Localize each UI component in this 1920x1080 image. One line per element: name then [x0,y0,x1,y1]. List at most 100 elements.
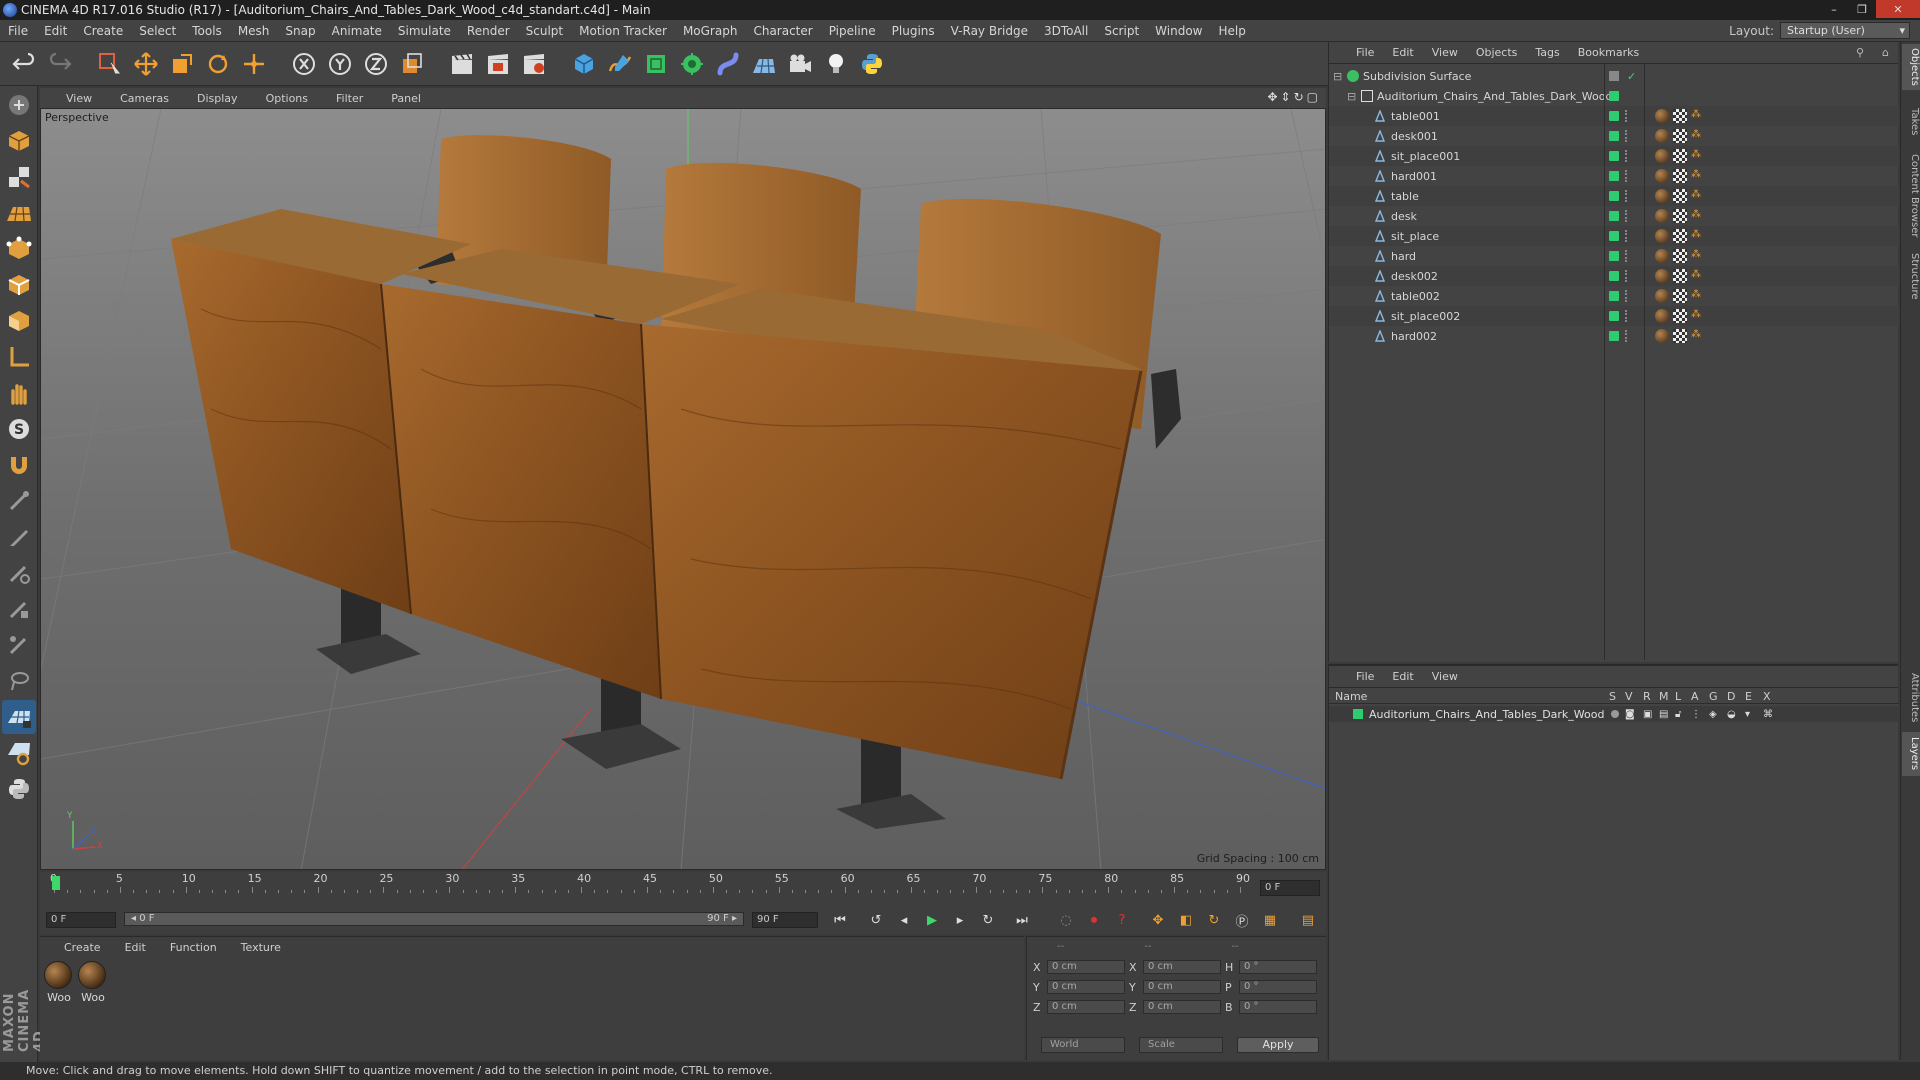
menu-3dtoall[interactable]: 3DToAll [1036,24,1096,38]
workplane-mode-button[interactable] [2,196,36,230]
tree-row-object[interactable]: sit_place002 ⁂ [1329,306,1899,326]
visibility-toggle-icon[interactable] [1625,130,1629,142]
perspective-viewport[interactable]: Perspective Y X Z Grid Spacing : 100 cm [40,108,1326,870]
next-key-button[interactable]: ↻ [976,909,1000,931]
visibility-toggle-icon[interactable] [1625,170,1629,182]
menu-animate[interactable]: Animate [324,24,390,38]
layer-color-dot[interactable] [1609,131,1619,141]
phong-tag-icon[interactable]: ⁂ [1691,269,1701,283]
phong-tag-icon[interactable]: ⁂ [1691,109,1701,123]
om-search-icon[interactable]: ⚲ [1847,46,1873,59]
viewport-menu-panel[interactable]: Panel [375,92,433,105]
playhead-marker[interactable] [52,876,60,890]
tab-takes[interactable]: Takes [1902,102,1920,142]
move-tool-button[interactable] [130,48,162,80]
om-home-icon[interactable]: ⌂ [1873,46,1898,59]
phong-tag-icon[interactable]: ⁂ [1691,169,1701,183]
uvw-tag-icon[interactable] [1673,329,1687,343]
layer-col-manager[interactable]: M [1659,690,1669,703]
tab-attributes[interactable]: Attributes [1902,666,1920,730]
layer-col-render[interactable]: R [1643,690,1651,703]
timeline-ruler[interactable]: 051015202530354045505560657075808590 0 F [40,872,1326,906]
position-x-field[interactable]: 0 cm [1047,960,1125,974]
pan-view-icon[interactable]: ✥ [1267,90,1277,104]
tree-row-object[interactable]: desk001 ⁂ [1329,126,1899,146]
visibility-toggle-icon[interactable] [1625,290,1629,302]
viewport-menu-display[interactable]: Display [181,92,250,105]
material-tag-icon[interactable] [1655,109,1669,123]
viewport-menu-filter[interactable]: Filter [320,92,375,105]
tree-row-object[interactable]: table002 ⁂ [1329,286,1899,306]
layer-color-dot[interactable] [1609,151,1619,161]
menu-simulate[interactable]: Simulate [390,24,459,38]
tree-row-object[interactable]: table001 ⁂ [1329,106,1899,126]
visibility-toggle-icon[interactable] [1625,250,1629,262]
axis-mode-button[interactable] [2,340,36,374]
go-to-start-button[interactable]: ⏮ [828,909,852,931]
start-frame-field[interactable]: 0 F [46,912,116,928]
menu-character[interactable]: Character [745,24,820,38]
material-tag-icon[interactable] [1655,169,1669,183]
add-cube-button[interactable] [568,48,600,80]
om-menu-objects[interactable]: Objects [1467,46,1527,59]
phong-tag-icon[interactable]: ⁂ [1691,309,1701,323]
go-to-end-button[interactable]: ⏭ [1010,909,1034,931]
menu-window[interactable]: Window [1147,24,1210,38]
layout-dropdown[interactable]: Startup (User) [1780,22,1910,39]
phong-tag-icon[interactable]: ⁂ [1691,129,1701,143]
play-button[interactable]: ▶ [920,909,944,931]
maximize-button[interactable]: ❐ [1848,0,1876,18]
size-x-field[interactable]: 0 cm [1143,960,1221,974]
material-swatch[interactable]: Woo [44,961,74,1004]
size-mode-dropdown[interactable]: Scale [1139,1037,1223,1053]
lm-menu-edit[interactable]: Edit [1383,670,1422,683]
uvw-tag-icon[interactable] [1673,169,1687,183]
tree-row-object[interactable]: hard001 ⁂ [1329,166,1899,186]
coordinate-system-button[interactable] [396,48,428,80]
rotation-p-field[interactable]: 0 ° [1239,980,1317,994]
undo-button[interactable] [8,48,40,80]
timeline-window-button[interactable]: ▤ [1296,909,1320,931]
layer-col-generators[interactable]: G [1709,690,1718,703]
maximize-view-icon[interactable]: ▢ [1307,90,1318,104]
tweak-mode-button[interactable] [2,376,36,410]
material-menu-texture[interactable]: Texture [229,941,293,954]
layer-color-dot[interactable] [1609,191,1619,201]
uvw-tag-icon[interactable] [1673,129,1687,143]
eye-visibility-icon[interactable]: ◙ [1625,709,1635,720]
material-menu-edit[interactable]: Edit [113,941,158,954]
enabled-check-icon[interactable]: ✓ [1627,70,1636,83]
polygons-mode-button[interactable] [2,304,36,338]
frame-ruler[interactable]: 051015202530354045505560657075808590 [50,872,1254,893]
om-menu-file[interactable]: File [1347,46,1383,59]
manager-toggle-icon[interactable]: ▤ [1659,709,1668,720]
menu-script[interactable]: Script [1096,24,1147,38]
rotate-tool-button[interactable] [202,48,234,80]
layer-col-xref[interactable]: X [1763,690,1771,703]
phong-tag-icon[interactable]: ⁂ [1691,249,1701,263]
collapse-toggle-icon[interactable]: ⊟ [1347,90,1356,103]
current-frame-field[interactable]: 0 F [1260,880,1320,896]
menu-help[interactable]: Help [1210,24,1253,38]
tab-layers[interactable]: Layers [1902,732,1920,776]
previous-frame-button[interactable]: ◂ [892,909,916,931]
om-menu-tags[interactable]: Tags [1526,46,1568,59]
layer-color-dot[interactable] [1609,111,1619,121]
visibility-toggle-icon[interactable] [1625,210,1629,222]
tree-row-object[interactable]: desk ⁂ [1329,206,1899,226]
spline-tool-button[interactable] [2,628,36,662]
material-menu-function[interactable]: Function [158,941,229,954]
tab-objects[interactable]: Objects [1902,44,1920,90]
add-camera-button[interactable] [784,48,816,80]
key-pla-button[interactable]: ▦ [1258,909,1282,931]
render-to-picture-viewer-button[interactable] [482,48,514,80]
layer-col-solo[interactable]: S [1609,690,1616,703]
layer-color-dot[interactable] [1609,171,1619,181]
tree-row-object[interactable]: sit_place001 ⁂ [1329,146,1899,166]
viewport-menu-view[interactable]: View [50,92,104,105]
material-tag-icon[interactable] [1655,129,1669,143]
menu-pipeline[interactable]: Pipeline [821,24,884,38]
add-mograph-button[interactable] [676,48,708,80]
visibility-toggle-icon[interactable] [1625,110,1629,122]
layer-color-dot[interactable] [1609,331,1619,341]
